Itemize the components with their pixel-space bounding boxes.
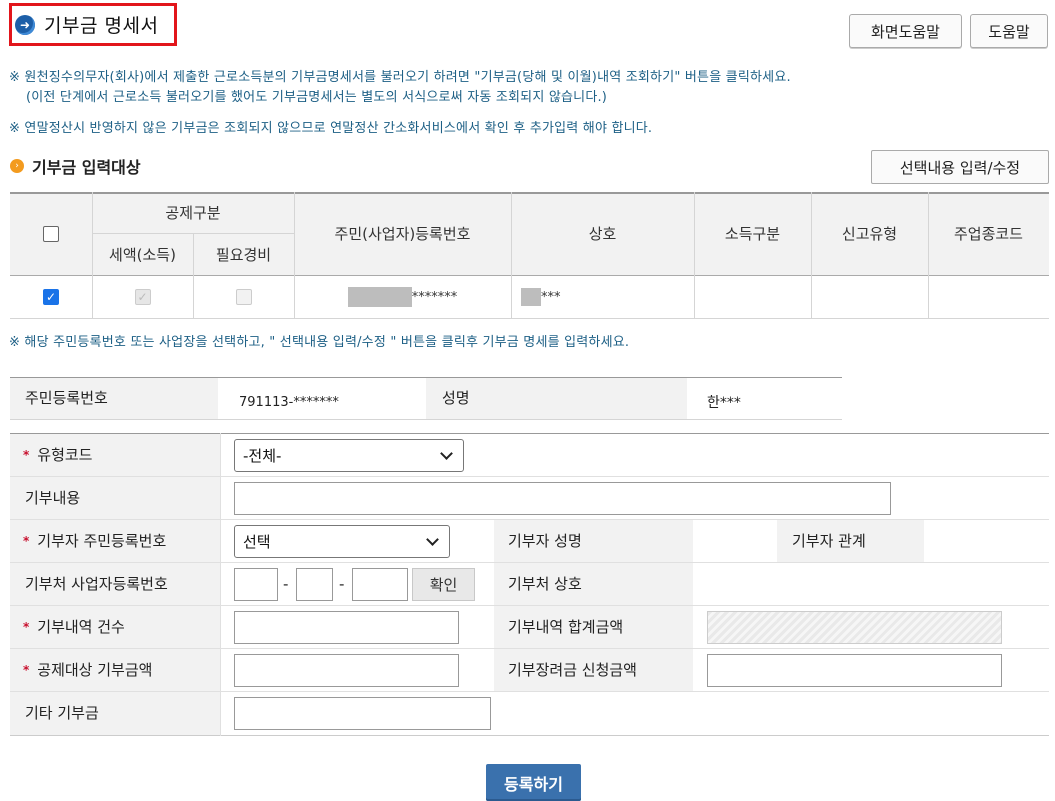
select-all-checkbox[interactable]	[43, 225, 59, 242]
count-label: * 기부내역 건수	[23, 618, 125, 636]
header-expenses: 필요경비	[215, 245, 272, 264]
page-title-box: ➜ 기부금 명세서	[9, 3, 177, 46]
total-amount-field	[707, 611, 1002, 644]
biz-no-part1-input[interactable]	[234, 568, 278, 601]
notice-line-3: ※ 연말정산시 반영하지 않은 기부금은 조회되지 않으므로 연말정산 간소화서…	[9, 121, 653, 136]
masked-block	[521, 288, 541, 306]
select-all-cell	[10, 192, 92, 275]
donor-reg-selected-value: 선택	[243, 533, 271, 551]
expenses-checkbox	[235, 289, 252, 305]
type-code-select[interactable]: -전체-	[234, 439, 464, 472]
person-reg-no-label: 주민등록번호	[25, 388, 108, 407]
edit-selected-button[interactable]: 선택내용 입력/수정	[871, 150, 1049, 184]
section-title: 기부금 입력대상	[32, 158, 141, 177]
page-title: 기부금 명세서	[44, 15, 159, 37]
report-type-cell	[811, 276, 928, 318]
reg-no-cell[interactable]: *******	[294, 276, 511, 318]
donor-relation-label: 기부자 관계	[792, 532, 866, 550]
notice-line-2: (이전 단계에서 근로소득 불러오기를 했어도 기부금명세서는 별도의 서식으로…	[26, 90, 608, 105]
table-row-select-cell: ✓	[10, 276, 92, 318]
deductible-label: * 공제대상 기부금액	[23, 661, 153, 679]
header-company: 상호	[588, 225, 617, 243]
notice-line-1: ※ 원천징수의무자(회사)에서 제출한 근로소득분의 기부금명세서를 불러오기 …	[9, 70, 791, 85]
chevron-down-icon	[426, 532, 439, 546]
arrow-right-circle-icon: ➜	[15, 14, 35, 35]
count-input[interactable]	[234, 611, 459, 644]
recipient-biz-label: 기부처 사업자등록번호	[25, 575, 168, 593]
income-type-cell	[694, 276, 811, 318]
donor-name-label: 기부자 성명	[508, 532, 582, 550]
industry-code-cell	[928, 276, 1049, 318]
incentive-input[interactable]	[707, 654, 1002, 687]
screen-help-button[interactable]: 화면도움말	[849, 14, 962, 48]
biz-no-part3-input[interactable]	[352, 568, 408, 601]
register-button[interactable]: 등록하기	[486, 764, 581, 801]
tax-credit-cell: ✓	[92, 276, 193, 318]
total-label: 기부내역 합계금액	[508, 618, 624, 636]
help-button[interactable]: 도움말	[970, 14, 1048, 48]
required-star-icon: *	[23, 533, 30, 548]
other-label: 기타 기부금	[25, 704, 99, 722]
section-heading: › 기부금 입력대상	[10, 154, 141, 178]
masked-block	[347, 287, 412, 307]
recipient-name-label: 기부처 상호	[508, 575, 582, 593]
person-name-label: 성명	[442, 388, 470, 407]
deductible-input[interactable]	[234, 654, 459, 687]
required-star-icon: *	[23, 662, 30, 677]
company-suffix: ***	[541, 289, 561, 305]
donor-reg-select[interactable]: 선택	[234, 525, 450, 558]
expenses-cell	[193, 276, 294, 318]
chevron-down-icon	[440, 446, 453, 460]
header-deduction-group: 공제구분	[165, 204, 221, 222]
required-star-icon: *	[23, 447, 30, 462]
header-report-type: 신고유형	[841, 225, 898, 243]
header-reg-no: 주민(사업자)등록번호	[334, 225, 471, 243]
donation-form: * 유형코드 -전체- 기부내용 * 기부자 주민등록번호 선택 기부자 성명 기부…	[10, 433, 1049, 736]
target-table: 공제구분 세액(소득) 필요경비 주민(사업자)등록번호 상호 소득구분 신고유…	[10, 192, 1049, 319]
header-tax-credit: 세액(소득)	[109, 245, 176, 264]
header-industry-code: 주업종코드	[953, 225, 1023, 243]
dash-separator: -	[339, 574, 345, 593]
content-input[interactable]	[234, 482, 891, 515]
row-select-checkbox[interactable]: ✓	[43, 289, 59, 305]
type-code-label: * 유형코드	[23, 446, 93, 464]
incentive-label: 기부장려금 신청금액	[508, 661, 637, 679]
dash-separator: -	[283, 574, 289, 593]
reg-no-suffix: *******	[411, 289, 458, 305]
donor-reg-label: * 기부자 주민등록번호	[23, 532, 167, 550]
person-info-table: 주민등록번호 791113-******* 성명 한***	[10, 377, 842, 420]
type-code-selected-value: -전체-	[243, 447, 282, 465]
required-star-icon: *	[23, 619, 30, 634]
confirm-button[interactable]: 확인	[412, 568, 475, 601]
person-reg-no-value: 791113-*******	[239, 394, 339, 410]
company-cell[interactable]: ***	[511, 276, 694, 318]
tax-credit-checkbox: ✓	[134, 289, 151, 305]
chevron-right-circle-icon: ›	[10, 159, 24, 173]
biz-no-part2-input[interactable]	[296, 568, 333, 601]
header-income-type: 소득구분	[724, 225, 781, 243]
person-name-value: 한***	[707, 395, 741, 411]
other-input[interactable]	[234, 697, 491, 730]
content-label: 기부내용	[25, 489, 81, 507]
notice-line-4: ※ 해당 주민등록번호 또는 사업장을 선택하고, " 선택내용 입력/수정 "…	[9, 335, 630, 350]
